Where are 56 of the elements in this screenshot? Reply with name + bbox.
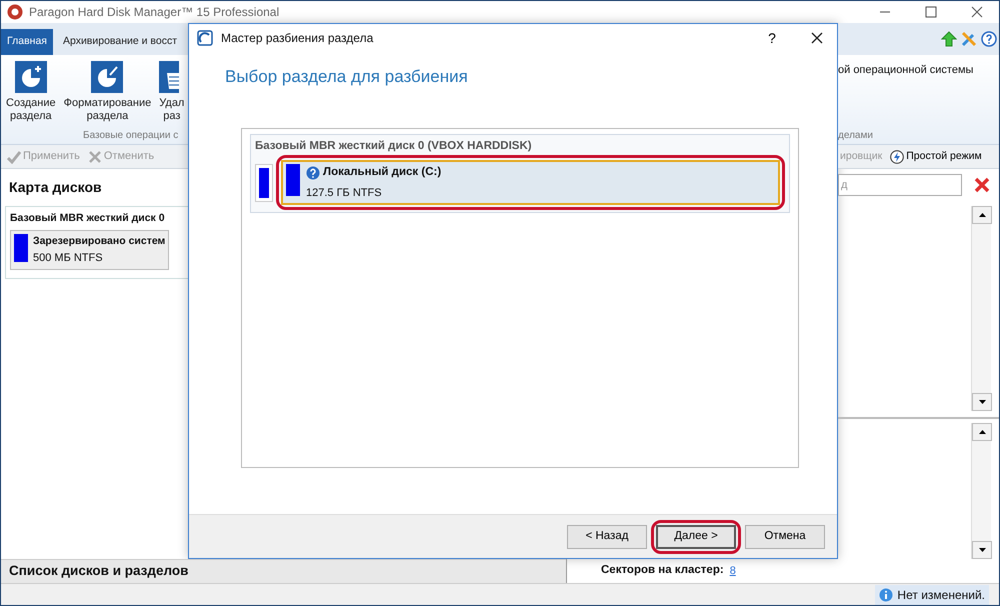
partition-bar (286, 164, 300, 196)
disk-label: Базовый MBR жесткий диск 0 (VBOX HARDDISK) (255, 139, 533, 154)
partition-bar (14, 234, 28, 262)
partition-size: 500 МБ NTFS (33, 250, 104, 266)
pie-chart-plus-icon (14, 61, 47, 93)
cross-icon (88, 150, 102, 164)
close-icon[interactable] (971, 6, 983, 18)
search-field[interactable]: д (838, 174, 962, 196)
lightning-icon (890, 150, 904, 164)
scroll-down-icon[interactable] (978, 548, 986, 552)
status-text: Нет изменений. (897, 586, 985, 604)
partition-tile[interactable] (255, 164, 273, 202)
close-icon[interactable] (811, 32, 823, 44)
dialog-title: Мастер разбиения раздела (221, 30, 374, 47)
maximize-icon[interactable] (925, 6, 937, 18)
wizard-icon (197, 30, 213, 46)
group-label: делами (838, 129, 874, 143)
partition-name: Зарезервировано систем (33, 234, 166, 249)
partition-bar (259, 168, 269, 198)
pie-chart-pencil-icon (91, 61, 124, 93)
ribbon-tab[interactable]: Главная (1, 29, 53, 55)
ribbon-button[interactable]: Форматирование раздела (64, 61, 152, 128)
tools-icon[interactable] (961, 31, 977, 47)
property-label: Секторов на кластер: (601, 563, 724, 578)
dialog-button[interactable]: Далее > (656, 524, 736, 548)
help-icon[interactable] (981, 31, 997, 47)
ribbon-text: ой операционной системы (838, 63, 974, 78)
partition-tile[interactable]: Локальный диск (C:) 127.5 ГБ NTFS (281, 160, 780, 205)
ribbon-button[interactable]: Удал раз (159, 61, 184, 128)
question-icon (306, 166, 320, 180)
partition-name: Локальный диск (C:) (323, 165, 442, 180)
group-label: Базовые операции с (82, 129, 180, 143)
section-title: Карта дисков (8, 178, 103, 197)
up-arrow-icon[interactable] (941, 31, 957, 47)
property-value-link[interactable]: 8 (730, 562, 736, 580)
scroll-down-icon[interactable] (978, 400, 986, 404)
info-icon (879, 588, 894, 602)
dialog-button[interactable]: < Назад (567, 524, 647, 548)
scroll-up-icon[interactable] (978, 430, 986, 434)
help-button[interactable]: ? (755, 26, 789, 50)
window-title: Paragon Hard Disk Manager™ 15 Professional (29, 4, 280, 21)
partition-size: 127.5 ГБ NTFS (306, 186, 383, 200)
panel-title: Список дисков и разделов (9, 562, 188, 580)
toolbar-button[interactable]: Простой режим (888, 148, 984, 164)
dialog-heading: Выбор раздела для разбиения (224, 66, 469, 88)
checkmark-icon (7, 150, 21, 164)
partition-tile[interactable]: Зарезервировано систем 500 МБ NTFS (10, 230, 170, 270)
app-logo-icon (7, 4, 23, 20)
dialog-button[interactable]: Отмена (745, 524, 825, 548)
scrollbar[interactable] (971, 206, 991, 411)
scroll-up-icon[interactable] (978, 213, 986, 217)
scrollbar[interactable] (971, 423, 991, 559)
clear-search-icon[interactable] (974, 177, 990, 193)
disk-label: Базовый MBR жесткий диск 0 (10, 211, 166, 225)
ribbon-button[interactable]: Создание раздела (6, 61, 56, 128)
ribbon-tab[interactable]: Архивирование и восст (56, 29, 184, 55)
